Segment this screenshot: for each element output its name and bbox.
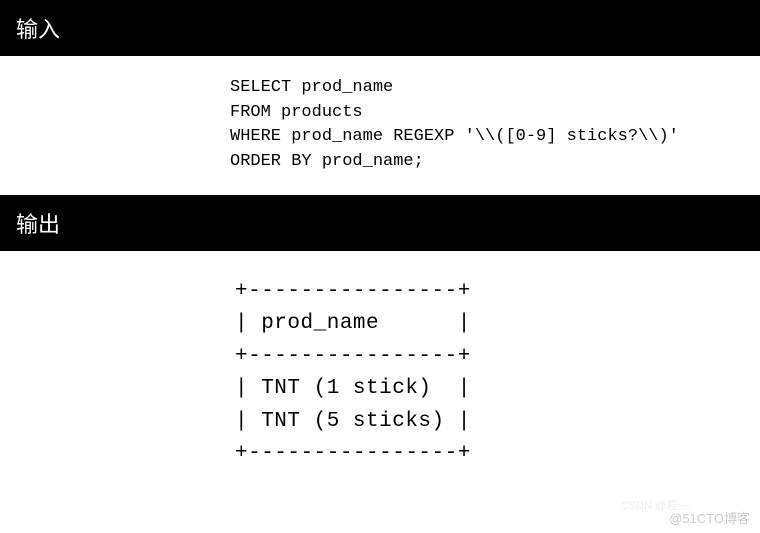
sql-line-1: SELECT prod_name <box>230 78 393 97</box>
input-section-header: 输入 <box>0 0 760 56</box>
table-border-bottom: +----------------+ <box>235 442 471 465</box>
table-row-1: | TNT (1 stick) | <box>235 377 471 400</box>
sql-code-block: SELECT prod_name FROM products WHERE pro… <box>0 56 760 175</box>
sql-line-4: ORDER BY prod_name; <box>230 152 424 171</box>
output-result-table: +----------------+ | prod_name | +------… <box>0 251 760 471</box>
table-row-2: | TNT (5 sticks) | <box>235 410 471 433</box>
input-header-label: 输入 <box>16 17 60 42</box>
watermark-main: @51CTO博客 <box>669 508 750 527</box>
sql-line-2: FROM products <box>230 103 363 122</box>
sql-line-3: WHERE prod_name REGEXP '\\([0-9] sticks?… <box>230 127 679 146</box>
output-header-label: 输出 <box>16 212 60 237</box>
output-section-header: 输出 <box>0 195 760 251</box>
table-border-mid: +----------------+ <box>235 345 471 368</box>
table-header-row: | prod_name | <box>235 312 471 335</box>
table-border-top: +----------------+ <box>235 280 471 303</box>
